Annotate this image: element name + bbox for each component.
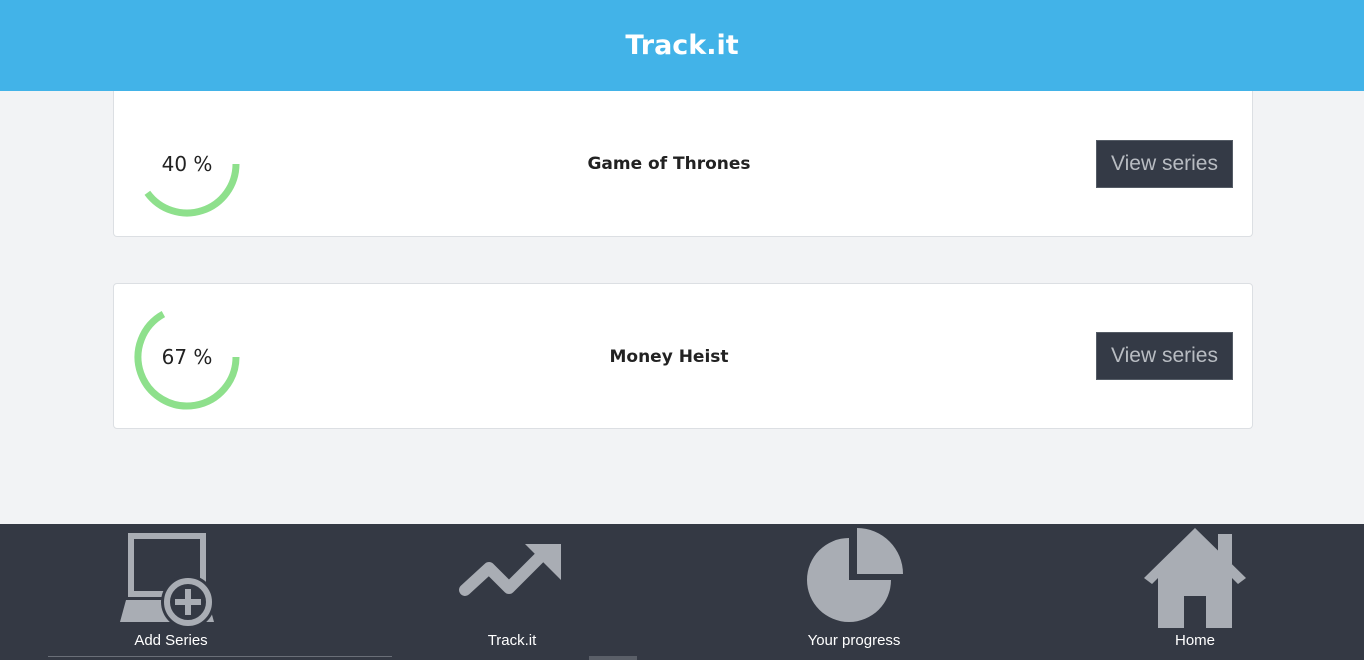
add-monitor-icon xyxy=(118,526,224,632)
nav-label: Add Series xyxy=(134,632,208,649)
pie-chart-icon xyxy=(801,526,907,632)
nav-label: Track.it xyxy=(487,632,537,649)
series-card: 40 % Game of Thrones View series xyxy=(113,91,1253,237)
nav-home[interactable]: Home xyxy=(1095,524,1295,660)
scrollbar-thumb[interactable] xyxy=(589,656,637,660)
nav-your-progress[interactable]: Your progress xyxy=(754,524,954,660)
series-card: 67 % Money Heist View series xyxy=(113,283,1253,429)
nav-label: Your progress xyxy=(807,632,901,649)
home-icon xyxy=(1142,526,1248,632)
trending-up-icon xyxy=(459,526,565,632)
app-title: Track.it xyxy=(625,30,739,61)
nav-track-it[interactable]: Track.it xyxy=(412,524,612,660)
app-header: Track.it xyxy=(0,0,1364,91)
series-title: Game of Thrones xyxy=(587,154,751,174)
view-series-button[interactable]: View series xyxy=(1096,332,1233,380)
bottom-nav: Add Series Track.it Your progress Home xyxy=(0,524,1364,660)
scrollbar-track[interactable] xyxy=(48,656,392,660)
series-title: Money Heist xyxy=(609,347,729,367)
view-series-button[interactable]: View series xyxy=(1096,140,1233,188)
progress-ring: 67 % xyxy=(132,302,242,412)
progress-ring: 40 % xyxy=(132,109,242,219)
nav-label: Home xyxy=(1174,632,1215,649)
nav-add-series[interactable]: Add Series xyxy=(71,524,271,660)
progress-percent: 67 % xyxy=(161,345,213,369)
progress-percent: 40 % xyxy=(161,152,213,176)
